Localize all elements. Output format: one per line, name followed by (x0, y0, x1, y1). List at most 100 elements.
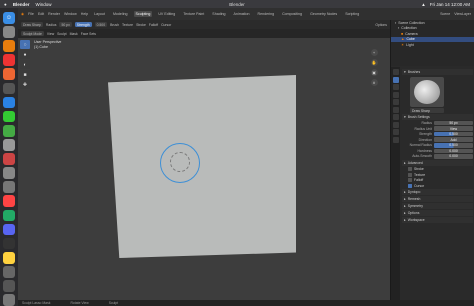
chrome-icon[interactable] (3, 54, 15, 67)
discord-icon[interactable] (3, 223, 15, 236)
world-tab-icon[interactable] (392, 114, 399, 120)
tab-modeling[interactable]: Modeling (111, 11, 130, 17)
options-menu[interactable]: Options (375, 23, 387, 27)
brushes-panel-header[interactable]: ▾ Brushes (402, 69, 473, 75)
radius-field[interactable]: 50 px (59, 22, 72, 27)
app-icon[interactable] (3, 181, 15, 194)
remesh-panel-header[interactable]: ▸ Remesh (402, 196, 473, 203)
outliner-row[interactable]: ☀ Light (391, 42, 474, 48)
app-icon[interactable] (3, 167, 15, 179)
tab-scripting[interactable]: Scripting (343, 11, 361, 17)
wifi-icon[interactable]: ▲ (421, 2, 425, 7)
app-icon[interactable] (3, 124, 15, 137)
zoom-icon[interactable]: + (370, 49, 378, 56)
cursor-menu[interactable]: Cursor (161, 23, 171, 27)
app-icon[interactable] (3, 82, 15, 95)
stroke-menu[interactable]: Stroke (136, 23, 146, 27)
face-sets-menu[interactable]: Face Sets (81, 32, 96, 36)
subpanel-row[interactable]: Texture (402, 172, 473, 177)
help-menu[interactable]: Help (81, 12, 88, 16)
view-menu[interactable]: View (47, 32, 54, 36)
tab-animation[interactable]: Animation (232, 11, 252, 17)
render-tab-icon[interactable] (392, 84, 399, 90)
symmetry-panel-header[interactable]: ▸ Symmetry (402, 203, 473, 210)
app-icon[interactable] (3, 96, 15, 109)
direction-select[interactable]: Add (434, 137, 473, 142)
smooth-tool-icon[interactable]: ◐ (20, 60, 30, 69)
brush-tool-icon[interactable]: ● (20, 50, 30, 59)
app-icon[interactable] (3, 68, 15, 81)
scene-tab-icon[interactable] (392, 106, 399, 113)
app-icon[interactable] (3, 237, 15, 250)
transform-tool-icon[interactable]: ✚ (20, 80, 30, 89)
app-icon[interactable] (3, 265, 15, 278)
trash-icon[interactable] (3, 294, 15, 306)
window-menu-bl[interactable]: Window (64, 12, 77, 16)
clock[interactable]: Fri Jan 14 12:00 AM (430, 2, 470, 7)
tab-rendering[interactable]: Rendering (255, 11, 276, 17)
tab-sculpting[interactable]: Sculpting (133, 11, 153, 17)
edit-menu[interactable]: Edit (38, 12, 44, 16)
messages-icon[interactable] (3, 110, 15, 123)
brush-thumbnail[interactable] (410, 77, 444, 107)
hardness-slider[interactable]: 0.000 (434, 148, 473, 154)
3d-viewport[interactable]: User Perspective (1) Cube + ✋ ▣ # (18, 29, 390, 300)
pan-hand-icon[interactable]: ✋ (370, 59, 378, 66)
finder-icon[interactable]: ☺ (3, 12, 15, 24)
output-tab-icon[interactable] (392, 91, 399, 98)
blender-logo-icon[interactable]: ◉ (21, 12, 24, 16)
falloff-checkbox[interactable] (408, 178, 412, 183)
active-tool-tab-icon[interactable] (392, 76, 399, 83)
active-tool-button[interactable]: Draw Sharp (21, 22, 43, 27)
app-icon[interactable] (3, 209, 15, 222)
sculpt-menu[interactable]: Sculpt (57, 32, 66, 36)
camera-view-icon[interactable]: ▣ (370, 69, 378, 76)
tab-shading[interactable]: Shading (210, 11, 227, 17)
radius-unit-select[interactable]: View (434, 126, 473, 131)
tab-layout[interactable]: Layout (92, 11, 107, 17)
tab-uv-editing[interactable]: UV Editing (156, 11, 177, 17)
advanced-panel-header[interactable]: ▸ Advanced (402, 160, 473, 167)
render-menu[interactable]: Render (48, 12, 60, 16)
file-menu[interactable]: File (28, 12, 34, 16)
brush-name-field[interactable]: Draw Sharp (410, 108, 444, 113)
radius-field[interactable]: 50 px (434, 120, 473, 126)
stroke-checkbox[interactable] (408, 167, 412, 172)
draw-brush-icon[interactable]: ○ (20, 40, 30, 49)
options-panel-header[interactable]: ▸ Options (402, 210, 473, 217)
app-icon[interactable] (3, 195, 15, 208)
strength-field[interactable]: 0.500 (94, 22, 108, 27)
tab-texture-paint[interactable]: Texture Paint (181, 11, 206, 17)
normal-radius-slider[interactable]: 0.500 (434, 143, 473, 148)
tab-compositing[interactable]: Compositing (280, 11, 304, 17)
material-tab-icon[interactable] (392, 136, 399, 143)
mask-menu[interactable]: Mask (70, 32, 78, 36)
dyntopo-panel-header[interactable]: ▸ Dyntopo (402, 189, 473, 196)
sculpt-plane-mesh[interactable] (108, 75, 296, 258)
launchpad-icon[interactable] (3, 26, 15, 38)
blender-icon[interactable] (3, 40, 15, 52)
app-menu[interactable]: Blender (13, 2, 30, 7)
subpanel-row[interactable]: Stroke (402, 166, 473, 172)
subpanel-row[interactable]: Falloff (402, 178, 473, 183)
texture-menu[interactable]: Texture (122, 23, 133, 27)
brush-menu[interactable]: Brush (110, 23, 119, 27)
auto-smooth-slider[interactable]: 0.000 (434, 154, 473, 159)
tool-tab-icon[interactable] (392, 69, 399, 75)
app-icon[interactable] (3, 153, 15, 165)
subpanel-row[interactable]: Cursor (402, 183, 473, 188)
viewlayer-selector[interactable]: ViewLayer (454, 12, 471, 16)
modifier-tab-icon[interactable] (392, 129, 399, 135)
cursor-checkbox[interactable] (408, 183, 412, 188)
brush-settings-header[interactable]: ▾ Brush Settings (402, 114, 473, 120)
app-icon[interactable] (3, 251, 15, 264)
app-icon[interactable] (3, 280, 15, 292)
view-layer-tab-icon[interactable] (392, 99, 399, 105)
texture-checkbox[interactable] (408, 172, 412, 177)
app-icon[interactable] (3, 138, 15, 151)
tab-geometry-nodes[interactable]: Geometry Nodes (308, 11, 339, 17)
falloff-menu[interactable]: Falloff (149, 23, 158, 27)
object-tab-icon[interactable] (392, 121, 399, 128)
mask-tool-icon[interactable]: ■ (20, 70, 30, 79)
apple-icon[interactable]: ● (4, 2, 7, 7)
